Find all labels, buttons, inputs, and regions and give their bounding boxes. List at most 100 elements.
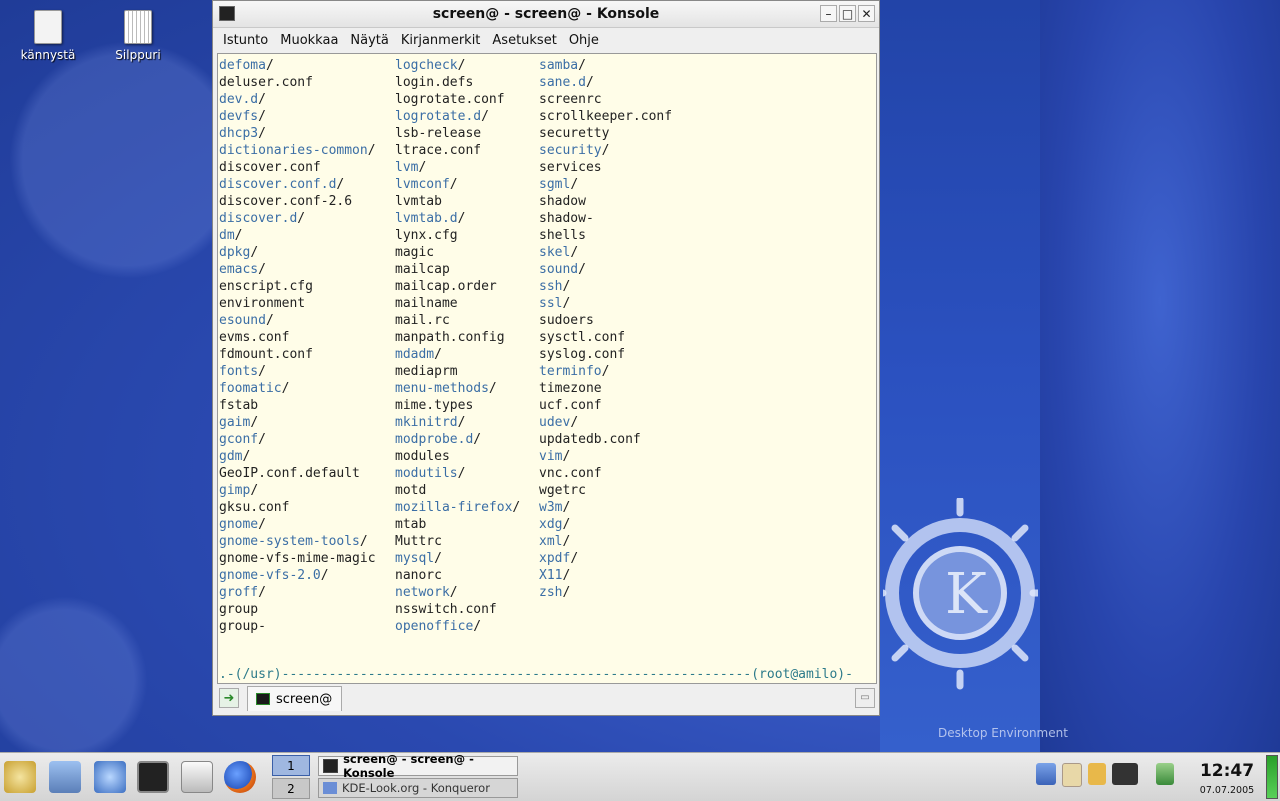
- klipper-icon[interactable]: [1062, 763, 1082, 787]
- directory-name: fonts: [219, 364, 259, 379]
- listing-entry: mtab: [395, 516, 520, 533]
- directory-name: terminfo: [539, 364, 602, 379]
- directory-name: logrotate.d: [395, 109, 482, 124]
- maximize-button[interactable]: □: [839, 5, 856, 22]
- menu-kirjanmerkit[interactable]: Kirjanmerkit: [395, 33, 487, 48]
- listing-entry: timezone: [539, 380, 672, 397]
- pager-desktop-1[interactable]: 1: [272, 755, 310, 776]
- file-name: group: [219, 602, 259, 617]
- listing-entry: deluser.conf: [219, 74, 376, 91]
- file-name: mailcap: [395, 262, 450, 277]
- directory-name: lvmtab.d: [395, 211, 458, 226]
- file-name: discover.conf-2.6: [219, 194, 353, 209]
- directory-name: foomatic: [219, 381, 282, 396]
- konsole-window[interactable]: screen@ - screen@ - Konsole – □ ✕ Istunt…: [212, 0, 880, 716]
- kontact-icon[interactable]: [181, 761, 213, 793]
- computer-icon[interactable]: [49, 761, 81, 793]
- file-name: enscript.cfg: [219, 279, 313, 294]
- directory-name: dictionaries-common: [219, 143, 368, 158]
- menu-nayta[interactable]: Näytä: [344, 33, 394, 48]
- clock[interactable]: 12:47 07.07.2005: [1196, 761, 1258, 796]
- tab-screen[interactable]: screen@: [247, 686, 342, 711]
- file-name: mtab: [395, 517, 427, 532]
- listing-entry: ssl/: [539, 295, 672, 312]
- listing-entry: discover.conf-2.6: [219, 193, 376, 210]
- directory-slash: /: [434, 347, 442, 362]
- battery-icon[interactable]: [1036, 763, 1056, 785]
- desktop-icon-kannysta[interactable]: kännystä: [8, 10, 88, 62]
- konqueror-icon[interactable]: [94, 761, 126, 793]
- listing-entry: gdm/: [219, 448, 376, 465]
- file-name: ltrace.conf: [395, 143, 482, 158]
- directory-slash: /: [250, 415, 259, 430]
- listing-entry: ltrace.conf: [395, 142, 520, 159]
- task-konqueror[interactable]: KDE-Look.org - Konqueror: [318, 778, 518, 798]
- listing-entry: terminfo/: [539, 363, 672, 380]
- konsole-icon[interactable]: [219, 6, 235, 21]
- listing-entry: security/: [539, 142, 672, 159]
- titlebar[interactable]: screen@ - screen@ - Konsole – □ ✕: [213, 1, 879, 28]
- close-button[interactable]: ✕: [858, 5, 875, 22]
- desktop-icon-silppuri[interactable]: Silppuri: [98, 10, 178, 62]
- directory-name: dm: [219, 228, 235, 243]
- file-name: logrotate.conf: [395, 92, 505, 107]
- directory-slash: /: [449, 177, 458, 192]
- task-label: screen@ - screen@ - Konsole: [343, 752, 474, 780]
- monitor-icon[interactable]: [1112, 763, 1138, 785]
- listing-entry: motd: [395, 482, 520, 499]
- listing-entry: lvmconf/: [395, 176, 520, 193]
- listing-entry: gconf/: [219, 431, 376, 448]
- listing-entry: Muttrc: [395, 533, 520, 550]
- directory-slash: /: [601, 364, 610, 379]
- terminal-view[interactable]: defoma/deluser.conf dev.d/devfs/dhcp3/dic…: [217, 53, 877, 684]
- device-icon: [34, 10, 62, 44]
- pager-desktop-2[interactable]: 2: [272, 778, 310, 799]
- file-name: updatedb.conf: [539, 432, 641, 447]
- close-tab-button[interactable]: ▭: [855, 688, 875, 708]
- new-session-button[interactable]: ➜: [219, 688, 239, 708]
- listing-entry: dev.d/: [219, 91, 376, 108]
- listing-entry: lsb-release: [395, 125, 520, 142]
- file-name: sudoers: [539, 313, 594, 328]
- listing-entry: group-: [219, 618, 376, 635]
- file-name: GeoIP.conf.default: [219, 466, 360, 481]
- listing-entry: gaim/: [219, 414, 376, 431]
- file-name: services: [539, 160, 602, 175]
- file-name: mime.types: [395, 398, 474, 413]
- menu-ohje[interactable]: Ohje: [563, 33, 605, 48]
- menu-asetukset[interactable]: Asetukset: [486, 33, 562, 48]
- file-name: evms.conf: [219, 330, 290, 345]
- firefox-icon[interactable]: [224, 761, 256, 793]
- minimize-button[interactable]: –: [820, 5, 837, 22]
- task-konsole[interactable]: screen@ - screen@ - Konsole: [318, 752, 518, 780]
- file-name: mailcap.order: [395, 279, 497, 294]
- listing-entry: dhcp3/: [219, 125, 376, 142]
- directory-name: emacs: [219, 262, 259, 277]
- terminal-launcher-icon[interactable]: [137, 761, 169, 793]
- clock-date: 07.07.2005: [1199, 785, 1255, 796]
- directory-name: gimp: [219, 483, 251, 498]
- directory-name: network: [395, 585, 450, 600]
- listing-entry: screenrc: [539, 91, 672, 108]
- notes-icon[interactable]: [1088, 763, 1106, 785]
- listing-entry: lvmtab.d/: [395, 210, 520, 227]
- directory-name: X11: [539, 568, 563, 583]
- file-name: fstab: [219, 398, 259, 413]
- directory-name: vim: [539, 449, 563, 464]
- listing-entry: scrollkeeper.conf: [539, 108, 672, 125]
- directory-slash: /: [250, 483, 259, 498]
- directory-slash: /: [562, 500, 571, 515]
- directory-name: mozilla-firefox: [395, 500, 513, 515]
- directory-name: dpkg: [219, 245, 251, 260]
- clock-time: 12:47: [1199, 761, 1255, 781]
- directory-name: samba: [539, 58, 579, 73]
- menu-muokkaa[interactable]: Muokkaa: [274, 33, 344, 48]
- listing-entry: mysql/: [395, 550, 520, 567]
- recycle-icon[interactable]: [1156, 763, 1174, 785]
- file-name: group-: [219, 619, 266, 634]
- kde-menu-icon[interactable]: [4, 761, 36, 793]
- menubar: Istunto Muokkaa Näytä Kirjanmerkit Asetu…: [213, 28, 879, 52]
- directory-slash: /: [265, 58, 274, 73]
- menu-istunto[interactable]: Istunto: [217, 33, 274, 48]
- directory-name: lvm: [395, 160, 419, 175]
